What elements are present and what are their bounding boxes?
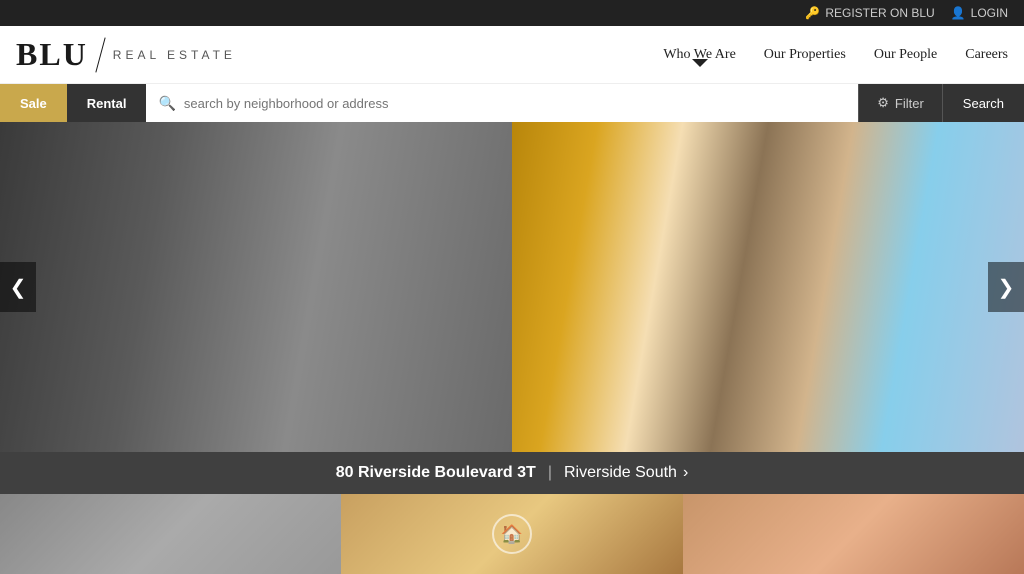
thumbnail-1[interactable] — [0, 494, 341, 574]
hero-separator: | — [548, 464, 552, 482]
search-button[interactable]: Search — [942, 84, 1024, 122]
room-left-bg — [0, 122, 512, 452]
next-icon: ❯ — [998, 275, 1015, 300]
hero-section: ❮ ❯ — [0, 122, 1024, 452]
hero-image-right — [512, 122, 1024, 452]
logo: BLU REAL ESTATE — [16, 36, 236, 73]
sale-tab[interactable]: Sale — [0, 84, 67, 122]
search-input-wrap: 🔍 — [146, 84, 858, 122]
search-input[interactable] — [184, 96, 846, 111]
hero-images — [0, 122, 1024, 452]
hero-location: Riverside South — [564, 464, 677, 482]
nav-our-properties[interactable]: Our Properties — [764, 47, 846, 63]
hero-image-left — [0, 122, 512, 452]
logo-divider — [95, 37, 105, 72]
hero-next-button[interactable]: ❯ — [988, 262, 1024, 312]
search-icon: 🔍 — [158, 95, 175, 112]
thumb-icon: 🏠 — [492, 514, 532, 554]
hero-prev-button[interactable]: ❮ — [0, 262, 36, 312]
thumbnail-row: 🏠 — [0, 494, 1024, 574]
main-nav: Who We Are Our Properties Our People Car… — [663, 47, 1008, 63]
filter-icon: ⚙ — [877, 95, 889, 111]
hero-arrow: › — [683, 464, 688, 482]
hero-caption[interactable]: 80 Riverside Boulevard 3T | Riverside So… — [0, 452, 1024, 494]
rental-tab[interactable]: Rental — [67, 84, 147, 122]
filter-button[interactable]: ⚙ Filter — [858, 84, 942, 122]
prev-icon: ❮ — [10, 275, 27, 300]
nav-who-we-are[interactable]: Who We Are — [663, 47, 735, 63]
header: BLU REAL ESTATE Who We Are Our Propertie… — [0, 26, 1024, 84]
key-icon: 🔑 — [805, 6, 820, 20]
nav-careers[interactable]: Careers — [965, 47, 1008, 63]
login-link[interactable]: 👤 LOGIN — [951, 6, 1008, 20]
logo-name: BLU — [16, 36, 88, 73]
user-icon: 👤 — [951, 6, 966, 20]
register-link[interactable]: 🔑 REGISTER ON BLU — [805, 6, 934, 20]
hero-address: 80 Riverside Boulevard 3T — [336, 464, 536, 482]
thumbnail-3[interactable] — [683, 494, 1024, 574]
nav-our-people[interactable]: Our People — [874, 47, 937, 63]
thumbnail-2[interactable]: 🏠 — [341, 494, 682, 574]
logo-tagline: REAL ESTATE — [113, 48, 236, 62]
top-bar: 🔑 REGISTER ON BLU 👤 LOGIN — [0, 0, 1024, 26]
room-right-bg — [512, 122, 1024, 452]
search-bar: Sale Rental 🔍 ⚙ Filter Search — [0, 84, 1024, 122]
